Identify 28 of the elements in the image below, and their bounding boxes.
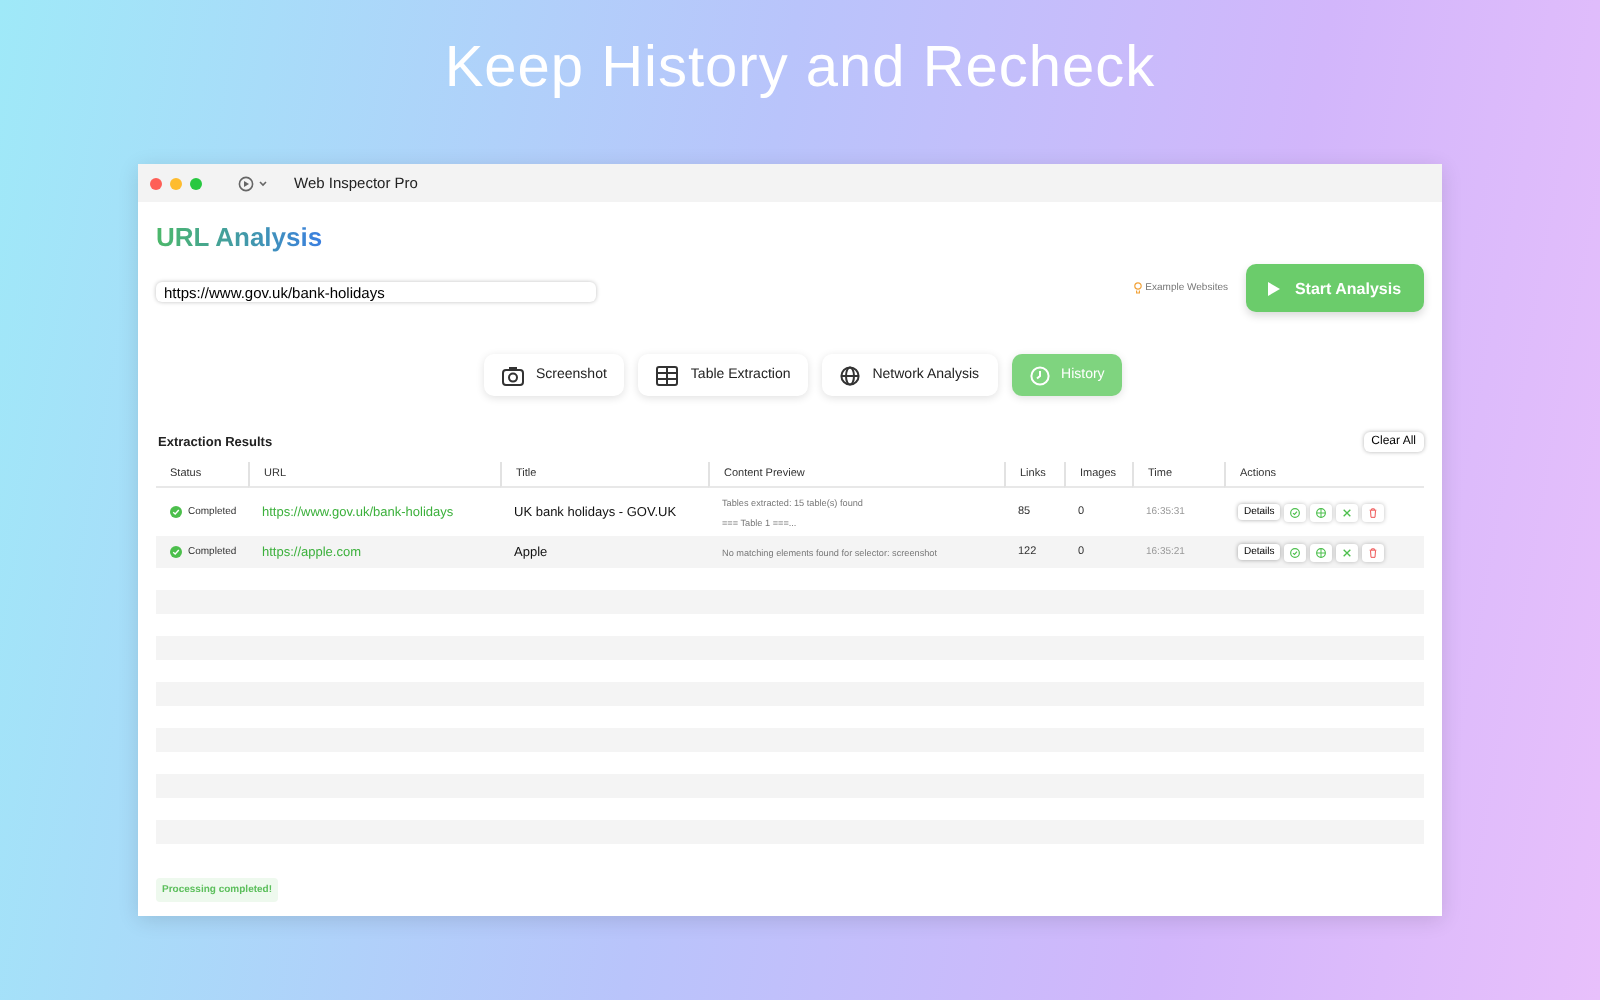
- close-button[interactable]: [150, 177, 162, 189]
- check-circle-icon: [1290, 547, 1301, 557]
- play-menu-icon[interactable]: [238, 175, 270, 191]
- clock-icon: [1029, 365, 1050, 385]
- globe-icon: [1316, 547, 1327, 557]
- lightbulb-icon: [1133, 282, 1142, 294]
- recheck-button[interactable]: [1284, 543, 1307, 561]
- table-icon: [656, 365, 679, 385]
- page-heading: URL Analysis: [156, 222, 323, 252]
- network-button[interactable]: [1310, 503, 1333, 521]
- delete-button[interactable]: [1362, 543, 1385, 561]
- minimize-button[interactable]: [170, 177, 182, 189]
- recheck-button[interactable]: [1284, 503, 1307, 521]
- camera-icon: [502, 365, 524, 385]
- crop-button[interactable]: [1336, 503, 1359, 521]
- play-icon: [1268, 281, 1281, 295]
- globe-icon: [840, 365, 861, 385]
- zoom-button[interactable]: [190, 177, 202, 189]
- trash-icon: [1368, 547, 1379, 557]
- network-button[interactable]: [1310, 543, 1333, 561]
- headline: Keep History and Recheck: [442, 34, 1158, 104]
- check-circle-icon: [1290, 507, 1301, 517]
- crop-button[interactable]: [1336, 543, 1359, 561]
- check-circle-icon: [170, 546, 182, 558]
- delete-button[interactable]: [1362, 503, 1385, 521]
- trash-icon: [1368, 507, 1379, 517]
- check-circle-icon: [170, 506, 182, 518]
- globe-icon: [1316, 507, 1327, 517]
